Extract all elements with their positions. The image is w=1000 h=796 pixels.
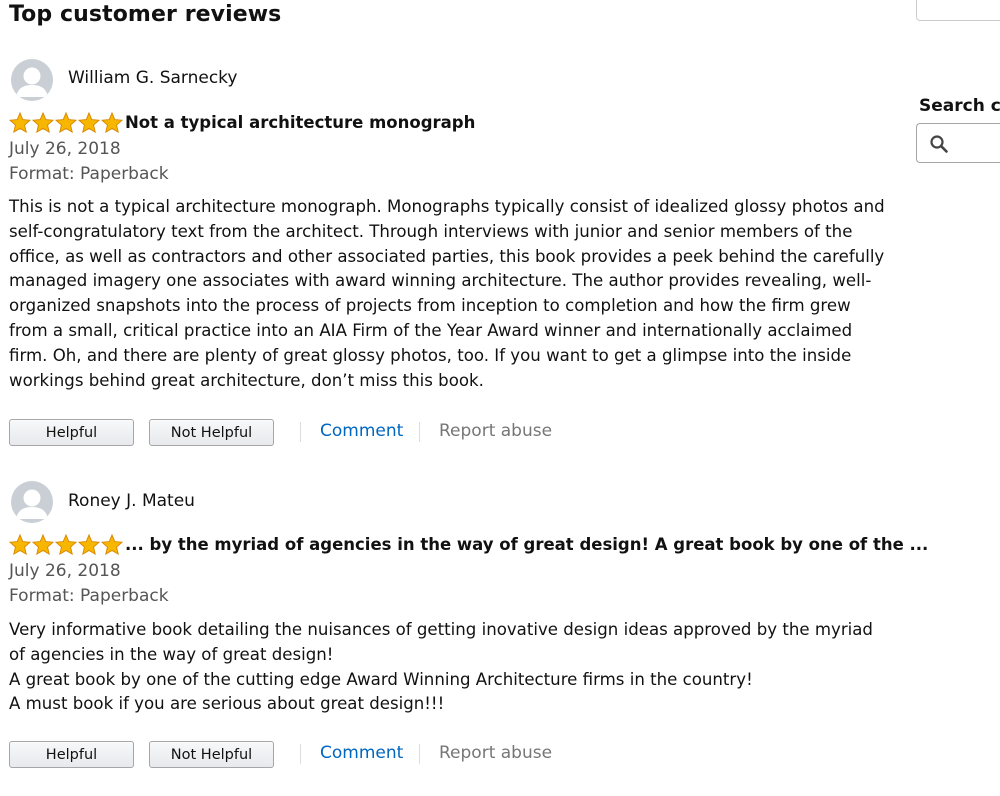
review-body-paragraph: This is not a typical architecture monog… [9,197,885,390]
reviewer-name[interactable]: Roney J. Mateu [68,491,195,511]
review-body-paragraph: Very informative book detailing the nuis… [9,620,873,664]
star-icon [9,534,31,555]
comment-link[interactable]: Comment [320,743,403,763]
search-input[interactable] [916,123,1000,163]
reviewer-name[interactable]: William G. Sarnecky [68,68,237,88]
helpful-button[interactable]: Helpful [9,419,134,446]
divider [300,422,301,442]
star-icon [9,112,31,133]
star-rating[interactable] [9,534,123,555]
star-icon [55,534,77,555]
divider [419,422,420,442]
not-helpful-button[interactable]: Not Helpful [149,419,274,446]
report-abuse-link[interactable]: Report abuse [439,421,552,441]
avatar[interactable] [11,59,53,101]
review-format[interactable]: Format: Paperback [9,586,169,606]
review-title[interactable]: Not a typical architecture monograph [125,113,475,132]
user-silhouette-icon [16,489,48,519]
review-title[interactable]: ... by the myriad of agencies in the way… [125,535,928,554]
star-icon [32,112,54,133]
review-body: Very informative book detailing the nuis… [9,618,891,717]
review-format[interactable]: Format: Paperback [9,164,169,184]
star-rating[interactable] [9,112,123,133]
search-icon[interactable] [929,134,949,154]
divider [419,744,420,764]
page-title: Top customer reviews [9,2,282,27]
star-icon [78,112,100,133]
sidebar-box [916,0,1000,21]
review-body-paragraph: A must book if you are serious about gre… [9,694,445,714]
review-body: This is not a typical architecture monog… [9,195,891,393]
divider [300,744,301,764]
star-icon [78,534,100,555]
star-icon [32,534,54,555]
user-silhouette-icon [16,67,48,97]
star-icon [101,534,123,555]
report-abuse-link[interactable]: Report abuse [439,743,552,763]
star-icon [55,112,77,133]
review-body-paragraph: A great book by one of the cutting edge … [9,669,753,689]
helpful-button[interactable]: Helpful [9,741,134,768]
avatar[interactable] [11,481,53,523]
not-helpful-button[interactable]: Not Helpful [149,741,274,768]
comment-link[interactable]: Comment [320,421,403,441]
review-date: July 26, 2018 [9,561,121,581]
review-date: July 26, 2018 [9,139,121,159]
star-icon [101,112,123,133]
sidebar-search-label: Search cu [919,96,1000,116]
